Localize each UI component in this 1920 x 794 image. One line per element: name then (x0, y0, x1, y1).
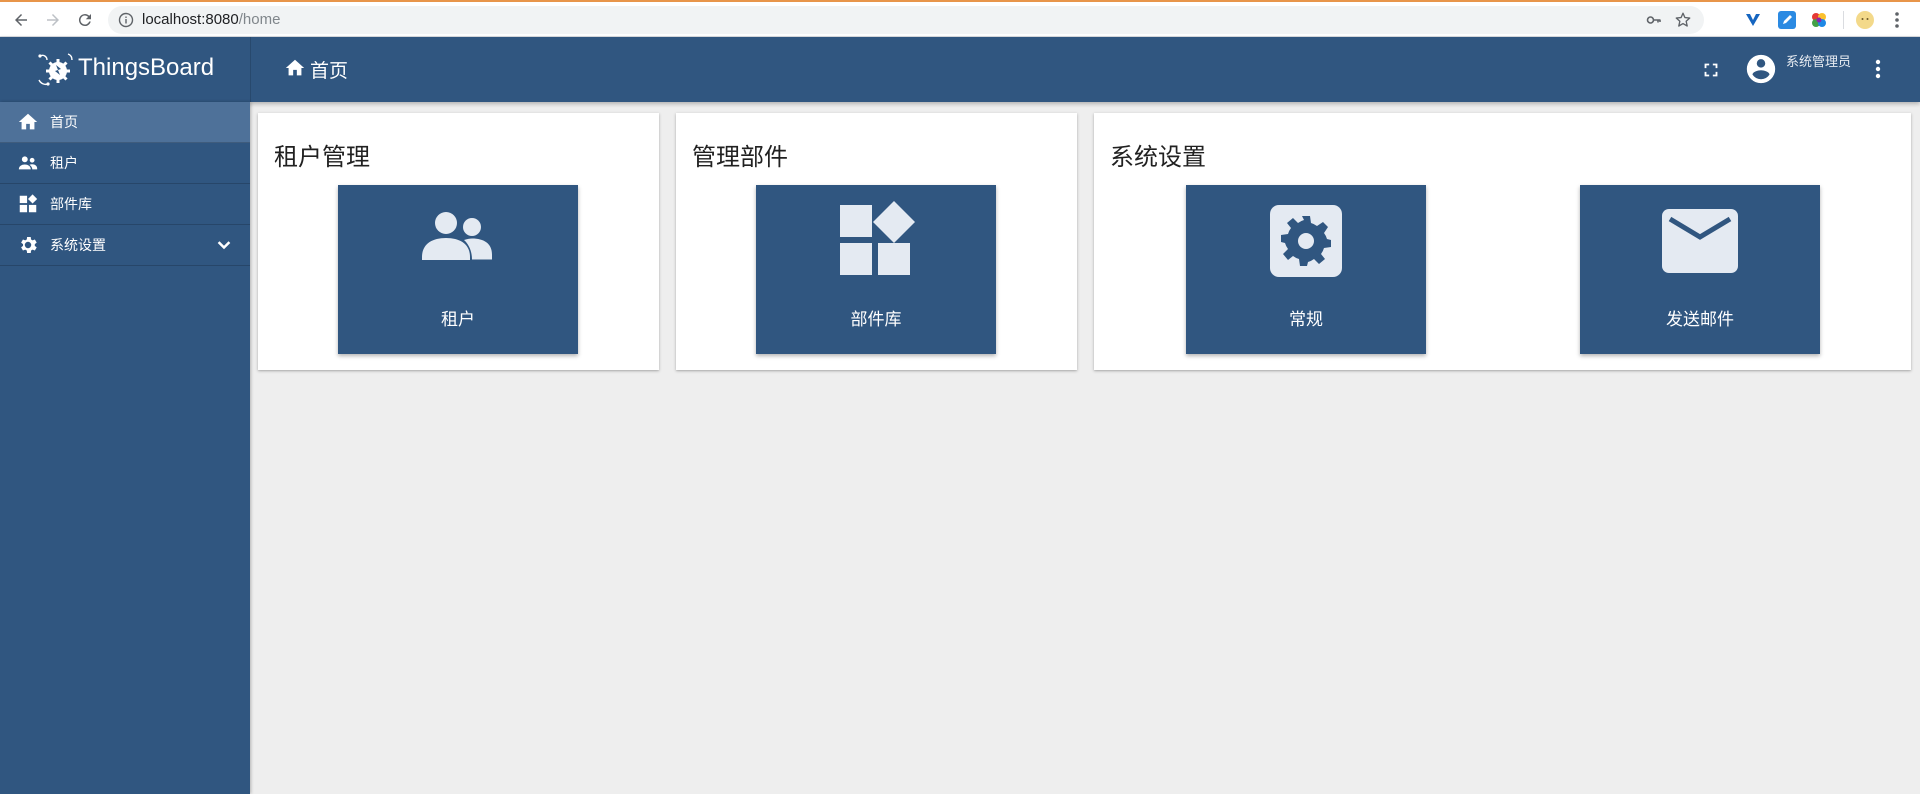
tile-label: 发送邮件 (1666, 310, 1734, 330)
card-widget-management: 管理部件 部件库 (676, 113, 1077, 370)
sidebar-item-label: 租户 (50, 156, 78, 172)
logo-area[interactable]: ThingsBoard (0, 37, 251, 102)
app-header: ThingsBoard 首页 系统管理员 (0, 37, 1920, 102)
card-tenant-management: 租户管理 租户 (258, 113, 659, 370)
tile-general-settings[interactable]: 常规 (1186, 185, 1426, 354)
browser-toolbar: localhost:8080/home (0, 0, 1920, 37)
breadcrumb[interactable]: 首页 (284, 56, 348, 83)
url-path: /home (238, 11, 281, 28)
bookmark-star-icon[interactable] (1674, 11, 1692, 33)
key-icon[interactable] (1646, 12, 1662, 32)
tile-label: 部件库 (850, 310, 902, 330)
card-system-settings: 系统设置 常规 发送邮件 (1094, 113, 1911, 370)
card-title: 系统设置 (1110, 143, 1206, 171)
tile-tenants[interactable]: 租户 (338, 185, 578, 354)
sidebar-item-tenants[interactable]: 租户 (0, 143, 250, 184)
sidebar-item-home[interactable]: 首页 (0, 102, 250, 143)
address-bar[interactable]: localhost:8080/home (108, 6, 1704, 34)
thingsboard-logo-icon (36, 50, 76, 90)
user-name[interactable]: 系统管理员 (1786, 51, 1851, 70)
settings-icon (1266, 201, 1346, 281)
profile-avatar-icon[interactable] (1856, 11, 1874, 29)
extension-color-icon[interactable] (1810, 11, 1828, 29)
people-icon (418, 201, 498, 281)
tile-send-mail[interactable]: 发送邮件 (1580, 185, 1820, 354)
breadcrumb-label: 首页 (310, 60, 349, 82)
chevron-down-icon[interactable] (214, 235, 234, 255)
sidebar: 首页 租户 部件库 系统设置 (0, 102, 250, 794)
extension-edit-icon[interactable] (1778, 11, 1796, 29)
extension-v-icon[interactable] (1744, 11, 1762, 29)
home-icon (284, 57, 306, 83)
tile-label: 租户 (441, 310, 475, 330)
widgets-icon (836, 201, 916, 281)
more-vert-icon[interactable] (1870, 57, 1886, 81)
tile-label: 常规 (1289, 310, 1323, 330)
toolbar-divider (1843, 11, 1844, 29)
forward-arrow-icon[interactable] (42, 9, 64, 31)
card-title: 管理部件 (692, 143, 788, 171)
card-title: 租户管理 (274, 143, 370, 171)
tile-widgets-library[interactable]: 部件库 (756, 185, 996, 354)
sidebar-item-label: 部件库 (50, 197, 92, 213)
home-icon (17, 111, 39, 133)
logo-text: ThingsBoard (78, 54, 215, 81)
gear-icon (17, 234, 39, 256)
sidebar-item-label: 首页 (50, 115, 78, 131)
url-text: localhost:8080/home (142, 11, 280, 28)
people-icon (17, 152, 39, 174)
browser-menu-icon[interactable] (1886, 9, 1908, 31)
sidebar-item-label: 系统设置 (50, 238, 106, 254)
info-icon[interactable] (118, 12, 134, 28)
sidebar-item-widgets[interactable]: 部件库 (0, 184, 250, 225)
fullscreen-icon[interactable] (1700, 59, 1722, 81)
mail-icon (1660, 201, 1740, 281)
back-arrow-icon[interactable] (10, 9, 32, 31)
account-circle-icon[interactable] (1744, 52, 1778, 86)
url-host: localhost:8080 (142, 11, 239, 28)
reload-icon[interactable] (74, 9, 96, 31)
widgets-icon (17, 193, 39, 215)
sidebar-item-system-settings[interactable]: 系统设置 (0, 225, 250, 266)
